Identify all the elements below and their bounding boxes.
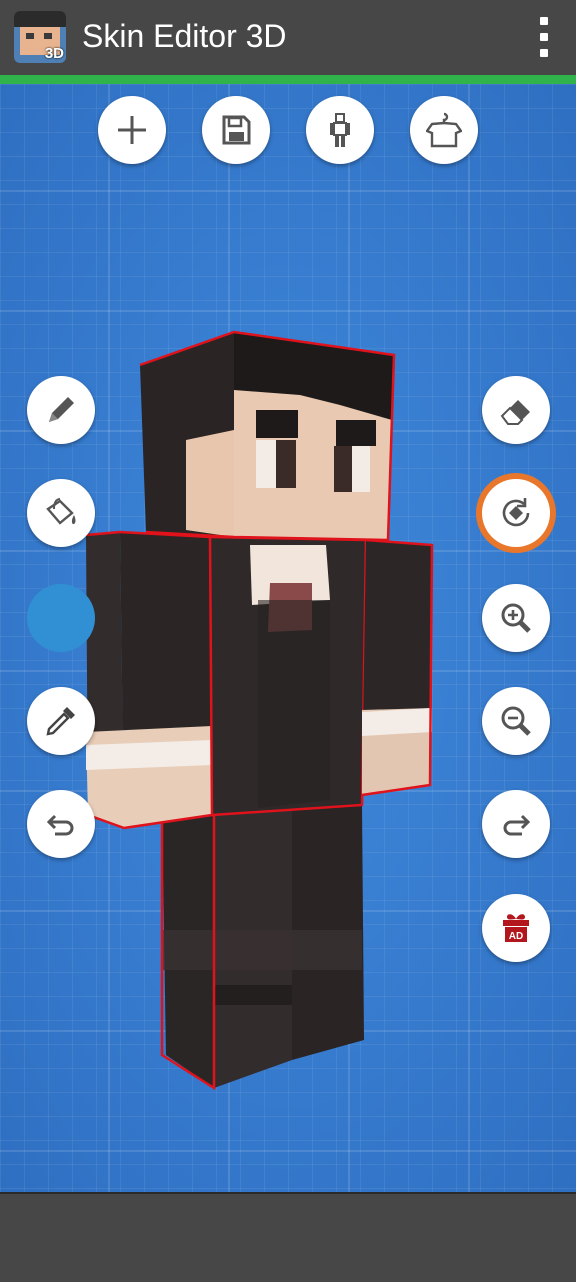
ad-label: AD [509,931,523,942]
torso[interactable] [209,535,368,817]
fill-bucket-tool-button[interactable] [27,479,95,547]
mannequin-icon [330,113,350,147]
right-arm[interactable] [361,538,434,797]
eraser-tool-button[interactable] [482,376,550,444]
eyedropper-tool-button[interactable] [27,687,95,755]
overflow-menu-icon[interactable] [538,17,550,57]
body-model-button[interactable] [306,96,374,164]
plus-icon [118,116,146,144]
redo-icon [503,814,531,836]
paint-bucket-icon [46,498,76,525]
current-color-swatch[interactable] [27,584,95,652]
pencil-icon [49,397,74,422]
zoom-in-icon [501,603,531,633]
floppy-disk-icon [222,115,251,145]
undo-button[interactable] [27,790,95,858]
gift-ad-icon: AD [503,914,529,942]
legs[interactable] [160,805,364,1091]
eyedropper-icon [46,707,75,736]
app-title: Skin Editor 3D [82,18,287,54]
shirt-hanger-icon [426,112,462,148]
rotate-icon [502,498,530,527]
bottom-bar [0,1192,576,1282]
watch-ad-gift-button[interactable]: AD [482,894,550,962]
rotate-view-button[interactable] [482,479,550,547]
undo-icon [46,814,74,836]
zoom-in-button[interactable] [482,584,550,652]
head[interactable] [139,330,396,542]
eraser-icon [500,400,530,425]
pencil-tool-button[interactable] [27,376,95,444]
save-button[interactable] [202,96,270,164]
app-bar: 3D Skin Editor 3D [0,0,576,75]
redo-button[interactable] [482,790,550,858]
app-logo: 3D [14,11,66,63]
logo-badge: 3D [44,45,64,62]
zoom-out-icon [501,706,531,736]
zoom-out-button[interactable] [482,687,550,755]
clothing-button[interactable] [410,96,478,164]
left-arm[interactable] [85,530,214,830]
new-skin-button[interactable] [98,96,166,164]
accent-divider [0,75,576,84]
